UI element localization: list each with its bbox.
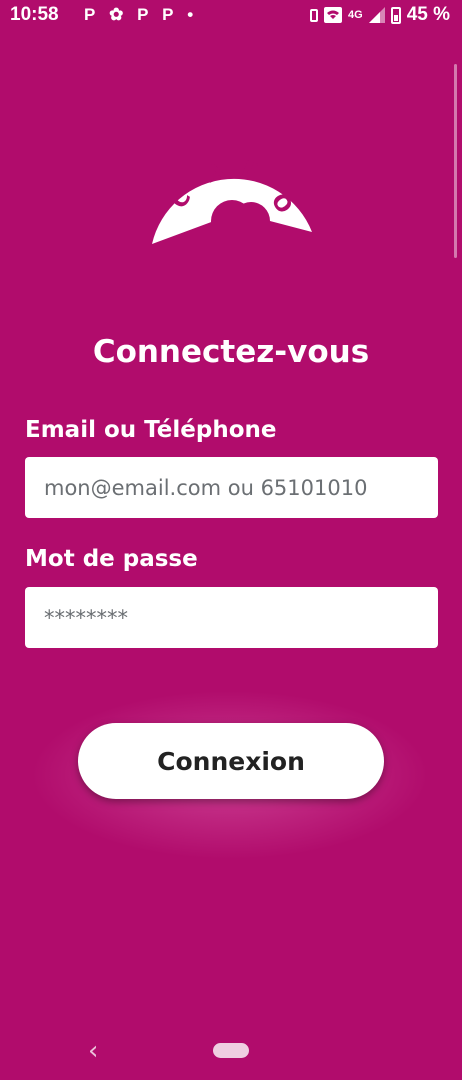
vibrate-icon	[310, 8, 318, 22]
notification-icon: P	[84, 5, 96, 24]
more-notifications-icon: •	[187, 5, 194, 24]
network-type: 4G	[348, 9, 363, 21]
password-field[interactable]: ********	[25, 587, 438, 648]
status-time: 10:58	[10, 4, 59, 25]
signal-icon	[368, 7, 385, 23]
scrollbar[interactable]	[454, 64, 457, 258]
home-handle[interactable]	[213, 1043, 249, 1058]
notification-icon: P	[162, 5, 174, 24]
battery-level: 45 %	[406, 4, 450, 25]
email-label: Email ou Téléphone	[25, 417, 277, 443]
settings-notification-icon: ✿	[109, 5, 124, 24]
password-placeholder: ********	[44, 605, 128, 630]
status-right: 4G 45 %	[310, 4, 450, 26]
back-icon[interactable]: ‹	[88, 1036, 98, 1066]
battery-icon	[390, 6, 401, 24]
logo-letter: F	[238, 157, 261, 186]
email-placeholder: mon@email.com ou 65101010	[44, 475, 368, 500]
page-title: Connectez-vous	[92, 334, 370, 370]
notification-icons: P ✿ P P •	[84, 5, 202, 25]
status-bar: 10:58 P ✿ P P • 4G 45 %	[0, 0, 462, 32]
email-field[interactable]: mon@email.com ou 65101010	[25, 457, 438, 518]
login-button[interactable]: Connexion	[78, 723, 384, 799]
cafo-logo: C A F O	[152, 157, 312, 247]
notification-icon: P	[137, 5, 149, 24]
wifi-icon	[324, 7, 342, 23]
password-label: Mot de passe	[25, 546, 198, 572]
